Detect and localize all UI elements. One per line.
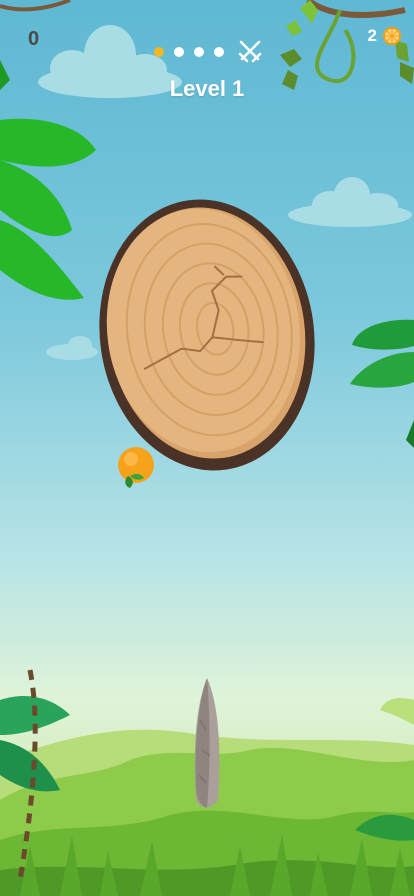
stage-dot-3: [194, 47, 204, 57]
crossed-swords-icon: [238, 40, 262, 63]
coin-count: 2: [367, 26, 377, 45]
stage-dot-1: [154, 47, 164, 57]
score-counter: 0: [28, 28, 40, 50]
stone-knife[interactable]: [0, 0, 414, 896]
coin-display: 2: [368, 26, 402, 46]
stage-dot-2: [174, 47, 184, 57]
orange-slice-icon: [383, 27, 401, 45]
stage-progress: [154, 38, 264, 66]
stage-dot-4: [214, 47, 224, 57]
level-label: Level 1: [169, 76, 245, 101]
game-scene[interactable]: 0 Level 1 2: [0, 0, 414, 896]
